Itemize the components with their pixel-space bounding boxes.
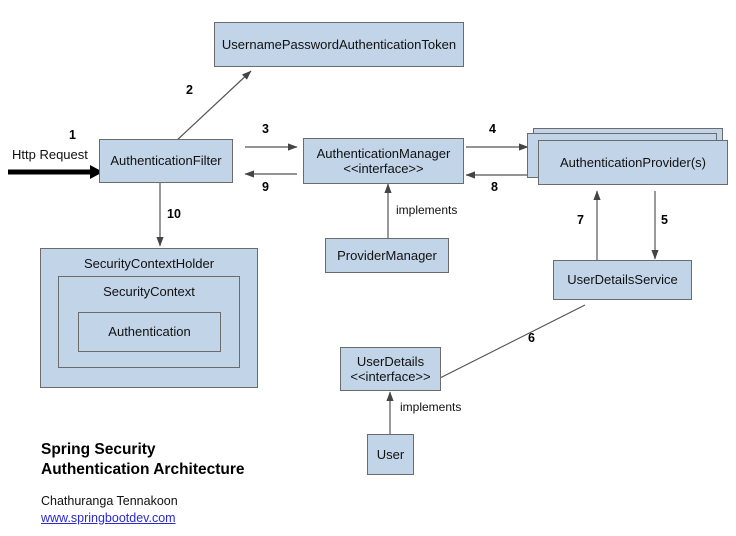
connector-http-request [8,165,103,179]
label-step-5: 5 [661,213,668,227]
node-authentication[interactable]: Authentication [78,312,221,352]
diagram-title: Spring Security Authentication Architect… [41,441,245,479]
diagram-author: Chathuranga Tennakoon [41,494,178,508]
diagram-canvas: UsernamePasswordAuthenticationToken Auth… [0,0,736,536]
label-implements-provider-manager: implements [396,203,458,217]
label-step-2: 2 [186,83,193,97]
label-step-9: 9 [262,180,269,194]
node-authentication-filter[interactable]: AuthenticationFilter [99,139,233,183]
label-step-10: 10 [167,207,181,221]
label-step-1: 1 [69,128,76,142]
node-authentication-manager[interactable]: AuthenticationManager <<interface>> [303,138,464,184]
node-user-details[interactable]: UserDetails <<interface>> [340,347,441,391]
node-authentication-providers[interactable]: AuthenticationProvider(s) [538,140,728,185]
node-username-password-authentication-token[interactable]: UsernamePasswordAuthenticationToken [214,22,464,67]
label-step-6: 6 [528,331,535,345]
node-user[interactable]: User [367,434,414,475]
label-step-8: 8 [491,180,498,194]
label-implements-user: implements [400,400,462,414]
label-http-request: Http Request [12,147,88,162]
label-step-4: 4 [489,122,496,136]
connector-step-2 [174,70,252,143]
connector-step-6 [439,304,586,379]
node-user-details-service[interactable]: UserDetailsService [553,260,692,300]
label-step-3: 3 [262,122,269,136]
node-provider-manager[interactable]: ProviderManager [325,238,449,273]
label-step-7: 7 [577,213,584,227]
diagram-website-link[interactable]: www.springbootdev.com [41,511,176,525]
